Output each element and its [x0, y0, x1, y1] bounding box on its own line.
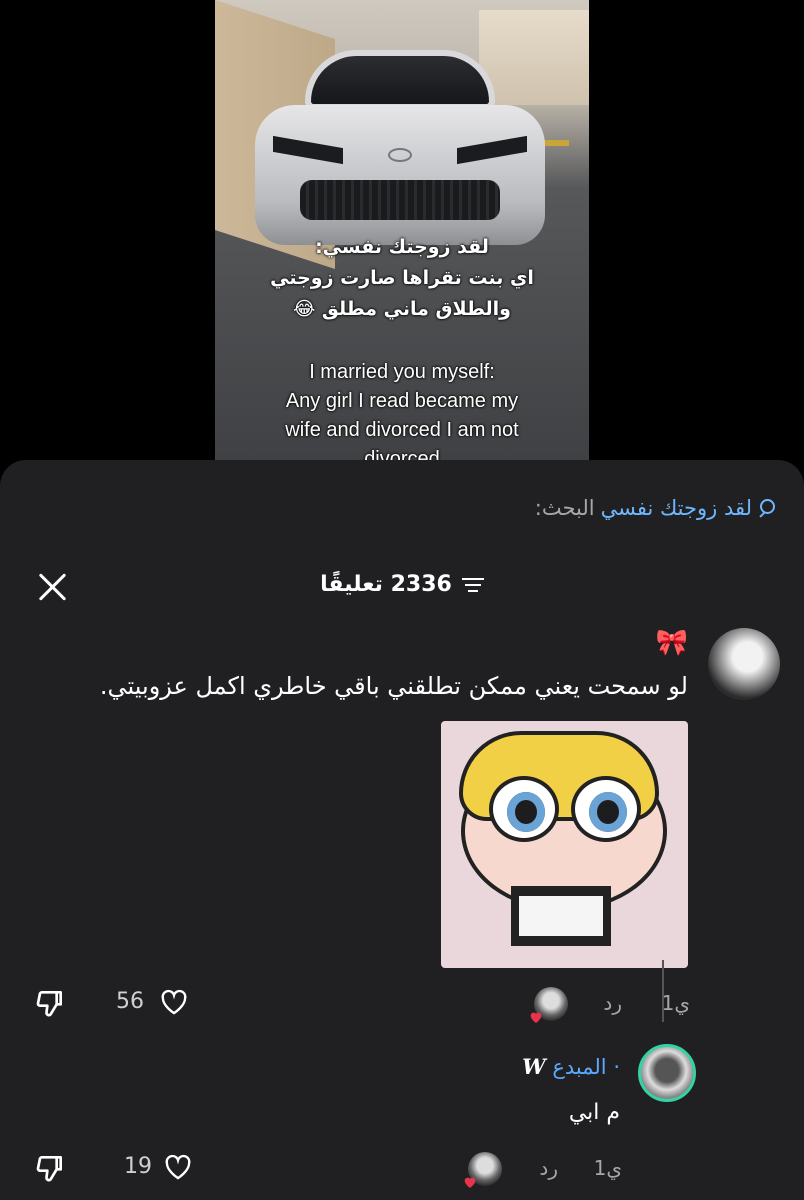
avatar[interactable] [708, 628, 780, 700]
filter-icon[interactable] [461, 576, 484, 594]
reply-name-prefix: 𝑾 [522, 1054, 546, 1079]
reply-button[interactable]: رد [603, 991, 622, 1015]
video-car [255, 50, 545, 250]
dislike-icon[interactable] [34, 1152, 66, 1184]
search-prefix: البحث: [534, 496, 595, 520]
reply-avatar[interactable] [638, 1044, 696, 1102]
heart-icon [530, 1012, 542, 1023]
like-count: 19 [124, 1154, 152, 1179]
like-heart-icon[interactable] [164, 1154, 192, 1180]
creator-liked-avatar [464, 1152, 502, 1188]
dislike-icon[interactable] [34, 987, 66, 1019]
creator-liked-avatar [530, 987, 568, 1023]
search-term-link[interactable]: لقد زوجتك نفسي [601, 496, 752, 520]
heart-icon [464, 1177, 476, 1188]
comment-sticker-image[interactable] [441, 721, 688, 968]
comment-username[interactable]: 🎀 [656, 628, 688, 658]
video-caption-english: I married you myself: Any girl I read be… [285, 361, 519, 470]
search-suggestion[interactable]: البحث: لقد زوجتك نفسي [535, 496, 776, 520]
video-caption-arabic: لقد زوجتك نفسي: اي بنت تقراها صارت زوجتي… [270, 236, 534, 320]
comment-text: لو سمحت يعني ممكن تطلقني باقي خاطري اكمل… [99, 672, 688, 700]
comment-actions: 1ي رد 56 [0, 985, 804, 1025]
video-preview[interactable]: لقد زوجتك نفسي: اي بنت تقراها صارت زوجتي… [215, 0, 589, 470]
reply-time: 1ي [593, 1156, 622, 1180]
like-heart-icon[interactable] [160, 989, 188, 1015]
thread-line [662, 960, 664, 1022]
comments-sheet: البحث: لقد زوجتك نفسي 2336 تعليقًا 🎀 لو … [0, 460, 804, 1200]
comments-count: 2336 تعليقًا [320, 572, 452, 597]
comment-time: 1ي [661, 991, 690, 1015]
reply-text: م ابي [568, 1100, 620, 1125]
like-count: 56 [116, 989, 144, 1014]
reply-actions: 1ي رد 19 [0, 1148, 804, 1188]
search-icon [758, 499, 776, 517]
reply-name-text: · المبدع [552, 1055, 620, 1079]
reply-button[interactable]: رد [539, 1156, 558, 1180]
comments-count-header: 2336 تعليقًا [0, 572, 804, 597]
reply-username[interactable]: · المبدع 𝑾 [522, 1054, 620, 1079]
